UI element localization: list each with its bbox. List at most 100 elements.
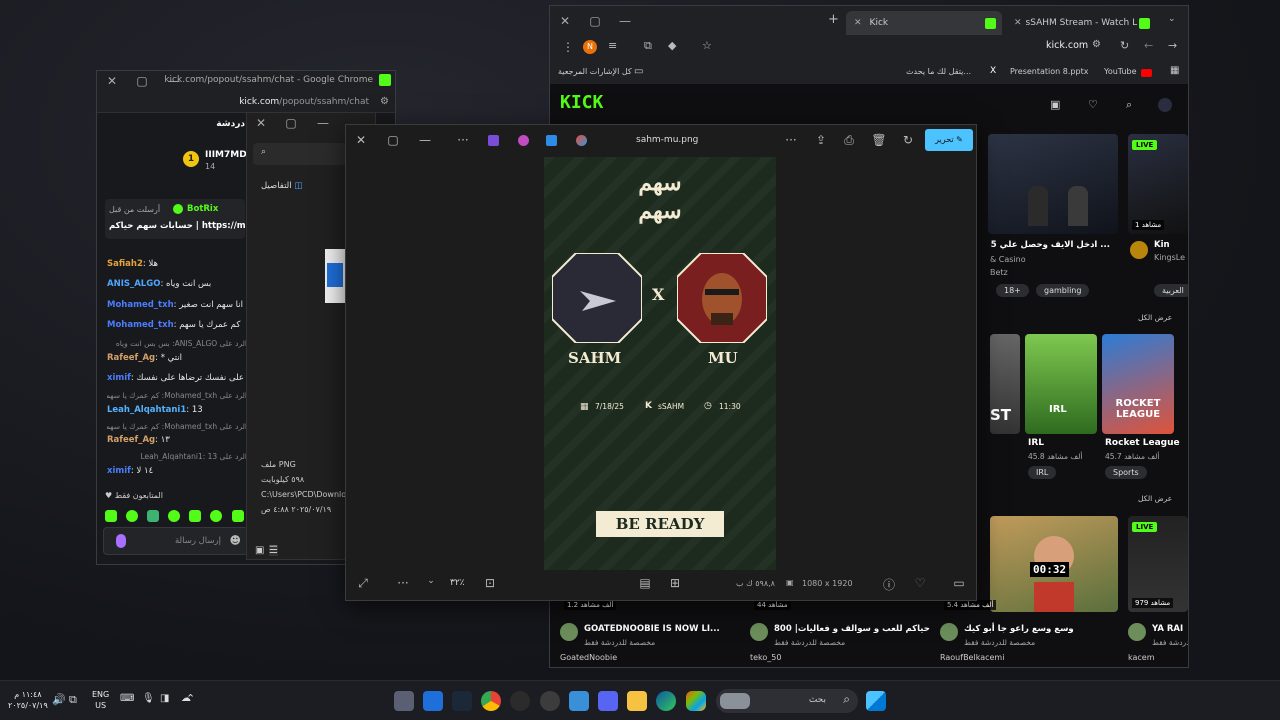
- category-rocket-league-thumb[interactable]: ROCKET LEAGUE: [1102, 334, 1174, 434]
- streamer-avatar[interactable]: [560, 623, 578, 641]
- minimize-icon[interactable]: —: [416, 133, 434, 147]
- tab-list-chevron-icon[interactable]: ⌄: [1168, 14, 1176, 24]
- site-settings-icon[interactable]: ⚙: [380, 96, 389, 107]
- slideshow-icon[interactable]: ▤: [636, 576, 654, 590]
- new-tab-button[interactable]: +: [828, 12, 839, 27]
- chat-username[interactable]: Safiah2: [107, 259, 143, 269]
- crop-icon[interactable]: ⊞: [666, 576, 684, 590]
- bookmark-star-icon[interactable]: ☆: [702, 39, 712, 52]
- url-display[interactable]: kick.com: [1046, 40, 1088, 51]
- stream-title[interactable]: ... ادخل الايف وحصل علي 35 دولا: [990, 240, 1110, 250]
- site-settings-icon[interactable]: ⚙: [1092, 39, 1101, 50]
- explorer-taskbar-icon[interactable]: [627, 691, 647, 711]
- view-list-icon[interactable]: ☰: [269, 545, 278, 556]
- tab-kick[interactable]: ✕ Kick: [846, 11, 1002, 35]
- bookmark-presentation[interactable]: Presentation 8.pptx: [1010, 67, 1088, 76]
- rotate-icon[interactable]: ↻: [899, 133, 917, 147]
- capcut-taskbar-icon[interactable]: [540, 691, 560, 711]
- chat-username[interactable]: Leah_Alqahtani1: [107, 405, 186, 415]
- settings-taskbar-icon[interactable]: [394, 691, 414, 711]
- maximize-icon[interactable]: ▢: [127, 71, 157, 91]
- filmstrip-icon[interactable]: ▭: [950, 576, 968, 590]
- search-icon[interactable]: ⌕: [1126, 98, 1132, 112]
- streamer-avatar[interactable]: [750, 623, 768, 641]
- category-rocket-name[interactable]: Rocket League: [1105, 438, 1180, 448]
- user-avatar[interactable]: [1158, 98, 1172, 112]
- emote-icon[interactable]: [126, 510, 139, 522]
- photos-taskbar-icon[interactable]: [423, 691, 443, 711]
- heart-icon[interactable]: ♡: [1088, 98, 1098, 111]
- app-icon-3[interactable]: [546, 135, 557, 146]
- info-icon[interactable]: ⓘ: [880, 576, 898, 593]
- tag-arabic[interactable]: العربية: [1154, 284, 1188, 297]
- maximize-icon[interactable]: ▢: [277, 113, 305, 133]
- close-icon[interactable]: ✕: [352, 133, 370, 147]
- stream-title[interactable]: YA RAI: [1152, 624, 1183, 634]
- clock[interactable]: ١١:٤٨ م ٢٠٢٥/٠٧/١٩: [8, 689, 48, 711]
- streamer-avatar[interactable]: [1128, 623, 1146, 641]
- chat-username[interactable]: Mohamed_txh: [107, 320, 174, 330]
- ad-block-icon[interactable]: ◆: [668, 39, 676, 52]
- profile-avatar[interactable]: N: [583, 40, 597, 54]
- stream-title[interactable]: بث يديد حياكم للعب و سوالف و فعاليات| 80…: [774, 624, 930, 634]
- chat-username[interactable]: ximif: [107, 466, 131, 476]
- print-icon[interactable]: ⎙: [840, 133, 858, 148]
- stream-thumbnail-casino[interactable]: [988, 134, 1118, 234]
- view-tiles-icon[interactable]: ▣: [255, 545, 264, 556]
- bookmark-all[interactable]: كل الإشارات المرجعية: [558, 67, 632, 76]
- reading-list-icon[interactable]: ≡: [608, 39, 617, 52]
- tab-close-icon[interactable]: ✕: [1014, 18, 1022, 28]
- maximize-icon[interactable]: ▢: [580, 6, 610, 36]
- chat-username[interactable]: Mohamed_txh: [107, 300, 174, 310]
- menu-dots-icon[interactable]: ⋮: [562, 40, 574, 54]
- tray-chevron-icon[interactable]: ⌃: [186, 692, 195, 705]
- edit-button[interactable]: تحرير ✎: [925, 129, 973, 151]
- app-icon-4[interactable]: [576, 135, 587, 146]
- kings-name[interactable]: Kin: [1154, 240, 1170, 250]
- tab-ssahm-stream[interactable]: ✕ sSAHM Stream - Watch Live on: [1006, 11, 1156, 35]
- category-irl-name[interactable]: IRL: [1028, 438, 1044, 448]
- emote-icon[interactable]: [105, 510, 117, 522]
- tag-sports[interactable]: Sports: [1105, 466, 1147, 479]
- category-irl-thumb[interactable]: IRL: [1025, 334, 1097, 434]
- minimize-icon[interactable]: —: [309, 113, 337, 133]
- minimize-icon[interactable]: —: [610, 6, 640, 36]
- store-taskbar-icon[interactable]: [569, 691, 589, 711]
- stream-card[interactable]: 1.2 ألف مشاهد GOATEDNOOBIE IS NOW LI... مخ…: [560, 596, 740, 666]
- app-icon-2[interactable]: [518, 135, 529, 146]
- mic-icon[interactable]: [116, 534, 126, 548]
- camera-icon[interactable]: ◨: [160, 693, 169, 704]
- streamer-avatar[interactable]: [940, 623, 958, 641]
- emote-icon[interactable]: [147, 510, 160, 522]
- tag-18plus[interactable]: 18+: [996, 284, 1029, 297]
- delete-icon[interactable]: 🗑: [870, 133, 888, 147]
- chat-address-bar[interactable]: kick.com/popout/ssahm/chat ⚙: [97, 91, 395, 113]
- streamer-name[interactable]: teko_50: [750, 653, 781, 662]
- close-icon[interactable]: ✕: [97, 71, 127, 91]
- expand-icon[interactable]: ⤢: [354, 576, 372, 591]
- edge-taskbar-icon[interactable]: [656, 691, 676, 711]
- chrome-taskbar-icon[interactable]: [481, 691, 501, 711]
- taskbar-search[interactable]: بحث ⌕: [716, 689, 858, 713]
- share-icon[interactable]: ⇪: [812, 133, 830, 147]
- kick-logo[interactable]: KICK: [560, 92, 603, 113]
- reload-icon[interactable]: ↻: [1120, 39, 1129, 52]
- close-icon[interactable]: ✕: [247, 113, 275, 133]
- maximize-icon[interactable]: ▢: [384, 133, 402, 147]
- steam-taskbar-icon[interactable]: [452, 691, 472, 711]
- bookmark-x[interactable]: يتقل لك ما يحدث...: [906, 67, 971, 76]
- chat-username[interactable]: Rafeef_Ag: [107, 353, 155, 363]
- pinned-user[interactable]: BotRix: [187, 204, 218, 214]
- bookmark-youtube[interactable]: YouTube: [1104, 67, 1137, 76]
- stream-card[interactable]: 5.4 ألف مشاهد وسع وسع راعو جا أبو كيك مخصص…: [940, 596, 1120, 666]
- zoom-level[interactable]: ٣٢٪: [450, 578, 465, 588]
- emote-icon[interactable]: [189, 510, 202, 522]
- gift-icon[interactable]: ▣: [1050, 98, 1060, 111]
- emote-icon[interactable]: [210, 510, 223, 522]
- chat-input[interactable]: إرسال رسالة ☻: [103, 527, 248, 555]
- volume-icon[interactable]: 🔊: [52, 693, 66, 706]
- extensions-icon[interactable]: ⧉: [644, 39, 652, 53]
- more-options-icon[interactable]: ···: [394, 576, 412, 590]
- more-options-icon[interactable]: ···: [454, 133, 472, 147]
- app-icon-1[interactable]: [488, 135, 499, 146]
